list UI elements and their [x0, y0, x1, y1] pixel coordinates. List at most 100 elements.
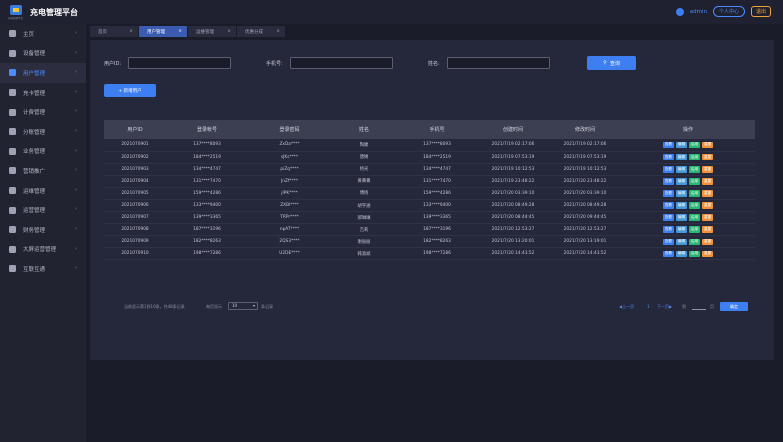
row-actions: 查看 编辑 启用 重置 [621, 151, 755, 164]
table-cell: 182****8263 [166, 235, 248, 249]
table-cell: 198****7286 [166, 247, 248, 261]
per-page-select[interactable]: 10 ▾ [228, 302, 258, 310]
tab-2[interactable]: 运维管理 × [188, 26, 236, 37]
next-page-button[interactable]: 下一页▶ [657, 304, 672, 310]
phone-label: 手机号: [266, 60, 283, 67]
add-user-button[interactable]: + 新增用户 [104, 84, 156, 97]
user-id-input[interactable] [128, 57, 231, 69]
tab-3[interactable]: 优惠分成 × [237, 26, 285, 37]
view-button[interactable]: 查看 [662, 226, 675, 233]
reset-button[interactable]: 重置 [701, 178, 714, 185]
sidebar-item-7[interactable]: 营销推广 › [0, 161, 86, 181]
enable-button[interactable]: 启用 [688, 165, 701, 173]
view-button[interactable]: 查看 [662, 141, 675, 149]
sidebar-item-6[interactable]: 业务管理 › [0, 142, 86, 162]
sidebar-item-9[interactable]: 运营管理 › [0, 200, 86, 220]
tab-1[interactable]: 用户管理 × [139, 26, 187, 37]
enable-button[interactable]: 启用 [688, 214, 701, 221]
enable-button[interactable]: 启用 [688, 238, 701, 246]
jump-button[interactable]: 确定 [720, 302, 748, 311]
table-row: 2021070902 184****2519 sJKs**** 唐婧 184****25… [104, 151, 755, 164]
search-form: 用户ID: 手机号: 姓名: [104, 57, 550, 69]
table-cell: ZxDa**** [248, 139, 331, 152]
edit-button[interactable]: 编辑 [675, 238, 688, 246]
edit-button[interactable]: 编辑 [675, 190, 688, 197]
sidebar-item-11[interactable]: 大屏运营管理 › [0, 240, 86, 260]
table-cell: 2021/7/20 03:39:10 [477, 187, 549, 200]
close-icon[interactable]: × [276, 29, 280, 34]
table-cell: 187****3196 [166, 223, 248, 237]
logout-button[interactable]: 退出 [750, 6, 771, 17]
column-header: 登录帐号 [166, 120, 248, 139]
sidebar-item-5[interactable]: 分账管理 › [0, 122, 86, 142]
sidebar-item-12[interactable]: 互联互通 › [0, 259, 86, 279]
logo-caption: 充电管理平台 [8, 17, 24, 20]
view-button[interactable]: 查看 [662, 178, 675, 185]
edit-button[interactable]: 编辑 [675, 214, 688, 221]
sidebar-item-3[interactable]: 充卡管理 › [0, 83, 86, 103]
view-button[interactable]: 查看 [662, 202, 675, 209]
search-button[interactable]: ⚲ 查询 [587, 56, 636, 70]
sidebar-item-1[interactable]: 设备管理 › [0, 44, 86, 64]
edit-button[interactable]: 编辑 [675, 141, 688, 149]
view-button[interactable]: 查看 [662, 165, 675, 173]
view-button[interactable]: 查看 [662, 214, 675, 221]
chevron-icon: › [75, 245, 77, 252]
reset-button[interactable]: 重置 [701, 165, 714, 173]
sidebar-item-8[interactable]: 运维管理 › [0, 181, 86, 201]
enable-button[interactable]: 启用 [688, 202, 701, 209]
user-avatar-icon[interactable] [675, 7, 684, 16]
close-icon[interactable]: × [178, 29, 182, 34]
enable-button[interactable]: 启用 [688, 190, 701, 197]
reset-button[interactable]: 重置 [701, 141, 714, 149]
table-cell: piZq**** [248, 163, 331, 176]
sidebar-item-label: 营销推广 [23, 168, 46, 175]
reset-button[interactable]: 重置 [701, 250, 714, 258]
edit-button[interactable]: 编辑 [675, 178, 688, 185]
view-button[interactable]: 查看 [662, 238, 675, 246]
username[interactable]: admin [690, 9, 707, 15]
current-page[interactable]: 1 [647, 304, 650, 309]
personal-center-button[interactable]: 个人中心 [712, 6, 745, 17]
goto-page-input[interactable] [692, 304, 706, 310]
prev-page-button[interactable]: ◀上一页 [619, 304, 634, 310]
app-logo: 充电管理平台 [8, 4, 24, 20]
enable-button[interactable]: 启用 [688, 226, 701, 233]
reset-button[interactable]: 重置 [701, 202, 714, 209]
reset-button[interactable]: 重置 [701, 153, 714, 161]
sidebar-item-10[interactable]: 财务管理 › [0, 220, 86, 240]
enable-button[interactable]: 启用 [688, 153, 701, 161]
chevron-icon: › [75, 69, 77, 76]
chevron-icon: › [75, 167, 77, 174]
phone-input[interactable] [290, 57, 393, 69]
pagination-info: 当前显示第1到10条，共48条记录 [124, 304, 185, 309]
reset-button[interactable]: 重置 [701, 214, 714, 221]
table-cell: 2021070901 [104, 139, 166, 152]
edit-button[interactable]: 编辑 [675, 226, 688, 233]
sidebar-item-0[interactable]: 主页 › [0, 24, 86, 44]
sidebar-item-4[interactable]: 计费管理 › [0, 102, 86, 122]
table-cell: 184****2519 [166, 151, 248, 164]
enable-button[interactable]: 启用 [688, 250, 701, 258]
edit-button[interactable]: 编辑 [675, 165, 688, 173]
view-button[interactable]: 查看 [662, 153, 675, 161]
tab-0[interactable]: 首页 × [90, 26, 138, 37]
close-icon[interactable]: × [129, 29, 133, 34]
name-label: 姓名: [428, 60, 440, 67]
reset-button[interactable]: 重置 [701, 226, 714, 233]
enable-button[interactable]: 启用 [688, 141, 701, 149]
table-cell: 2021/7/20 13:19:01 [549, 235, 621, 249]
edit-button[interactable]: 编辑 [675, 153, 688, 161]
edit-button[interactable]: 编辑 [675, 202, 688, 209]
reset-button[interactable]: 重置 [701, 238, 714, 246]
close-icon[interactable]: × [227, 29, 231, 34]
reset-button[interactable]: 重置 [701, 190, 714, 197]
page-suffix: 页 [710, 304, 714, 309]
name-input[interactable] [447, 57, 550, 69]
view-button[interactable]: 查看 [662, 250, 675, 258]
edit-button[interactable]: 编辑 [675, 250, 688, 258]
enable-button[interactable]: 启用 [688, 178, 701, 185]
sidebar-item-2[interactable]: 用户管理 › [0, 63, 86, 83]
view-button[interactable]: 查看 [662, 190, 675, 197]
sidebar-item-label: 用户管理 [23, 70, 46, 77]
